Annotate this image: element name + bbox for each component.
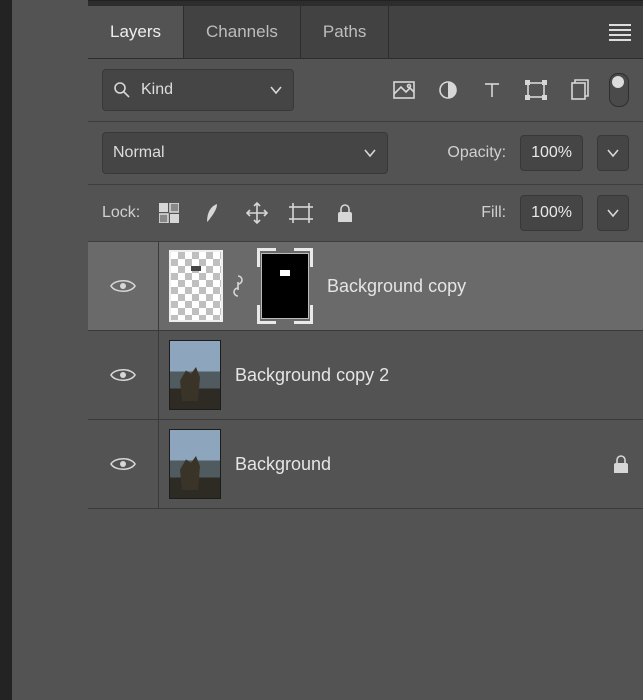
- eye-icon: [110, 455, 136, 473]
- chevron-down-icon: [607, 207, 619, 219]
- tab-layers[interactable]: Layers: [88, 6, 184, 58]
- tab-channels[interactable]: Channels: [184, 6, 301, 58]
- lock-transparency-icon[interactable]: [154, 198, 184, 228]
- eye-icon: [110, 277, 136, 295]
- filter-type-text-icon[interactable]: [477, 75, 507, 105]
- filter-smartobject-icon[interactable]: [565, 75, 595, 105]
- lock-pixels-icon[interactable]: [198, 198, 228, 228]
- chevron-down-icon: [269, 83, 283, 97]
- layer-thumbnail[interactable]: [169, 250, 223, 322]
- filter-type-select[interactable]: Kind: [102, 69, 294, 111]
- blend-mode-value: Normal: [113, 144, 165, 162]
- menu-icon: [609, 24, 631, 41]
- visibility-toggle[interactable]: [88, 331, 159, 419]
- layer-mask-thumbnail[interactable]: [257, 248, 313, 324]
- visibility-toggle[interactable]: [88, 242, 159, 330]
- filter-type-label: Kind: [141, 81, 173, 99]
- lock-icon: [612, 455, 630, 473]
- lock-label: Lock:: [102, 204, 140, 222]
- layer-name[interactable]: Background copy: [327, 276, 643, 297]
- filter-row: Kind: [88, 59, 643, 122]
- opacity-label: Opacity:: [447, 144, 506, 162]
- link-mask-icon[interactable]: [229, 275, 247, 297]
- layers-list: Background copy Background copy 2 Backgr…: [88, 242, 643, 700]
- filter-pixel-icon[interactable]: [389, 75, 419, 105]
- eye-icon: [110, 366, 136, 384]
- blend-row: Normal Opacity: 100%: [88, 122, 643, 185]
- lock-artboard-icon[interactable]: [286, 198, 316, 228]
- panel-tab-bar: Layers Channels Paths: [88, 6, 643, 59]
- search-icon: [113, 81, 131, 99]
- filter-shape-icon[interactable]: [521, 75, 551, 105]
- chevron-down-icon: [607, 147, 619, 159]
- fill-label: Fill:: [481, 204, 506, 222]
- layer-name[interactable]: Background copy 2: [235, 365, 643, 386]
- layer-row[interactable]: Background: [88, 420, 643, 509]
- dock-gutter: [12, 0, 88, 700]
- layers-panel: Layers Channels Paths Kind: [88, 6, 643, 700]
- layer-row[interactable]: Background copy 2: [88, 331, 643, 420]
- layer-row[interactable]: Background copy: [88, 242, 643, 331]
- fill-dropdown[interactable]: [597, 195, 629, 231]
- tab-paths[interactable]: Paths: [301, 6, 389, 58]
- opacity-value[interactable]: 100%: [520, 135, 583, 171]
- chevron-down-icon: [363, 146, 377, 160]
- visibility-toggle[interactable]: [88, 420, 159, 508]
- layer-name[interactable]: Background: [235, 454, 599, 475]
- layer-lock-indicator[interactable]: [599, 455, 643, 473]
- panel-menu-button[interactable]: [597, 6, 643, 58]
- layer-thumbnail[interactable]: [169, 340, 221, 410]
- filter-adjustment-icon[interactable]: [433, 75, 463, 105]
- lock-all-icon[interactable]: [330, 198, 360, 228]
- opacity-dropdown[interactable]: [597, 135, 629, 171]
- blend-mode-select[interactable]: Normal: [102, 132, 388, 174]
- layer-thumbnail[interactable]: [169, 429, 221, 499]
- filter-toggle-switch[interactable]: [609, 73, 629, 107]
- fill-value[interactable]: 100%: [520, 195, 583, 231]
- lock-position-icon[interactable]: [242, 198, 272, 228]
- lock-row: Lock: Fill: 100%: [88, 185, 643, 242]
